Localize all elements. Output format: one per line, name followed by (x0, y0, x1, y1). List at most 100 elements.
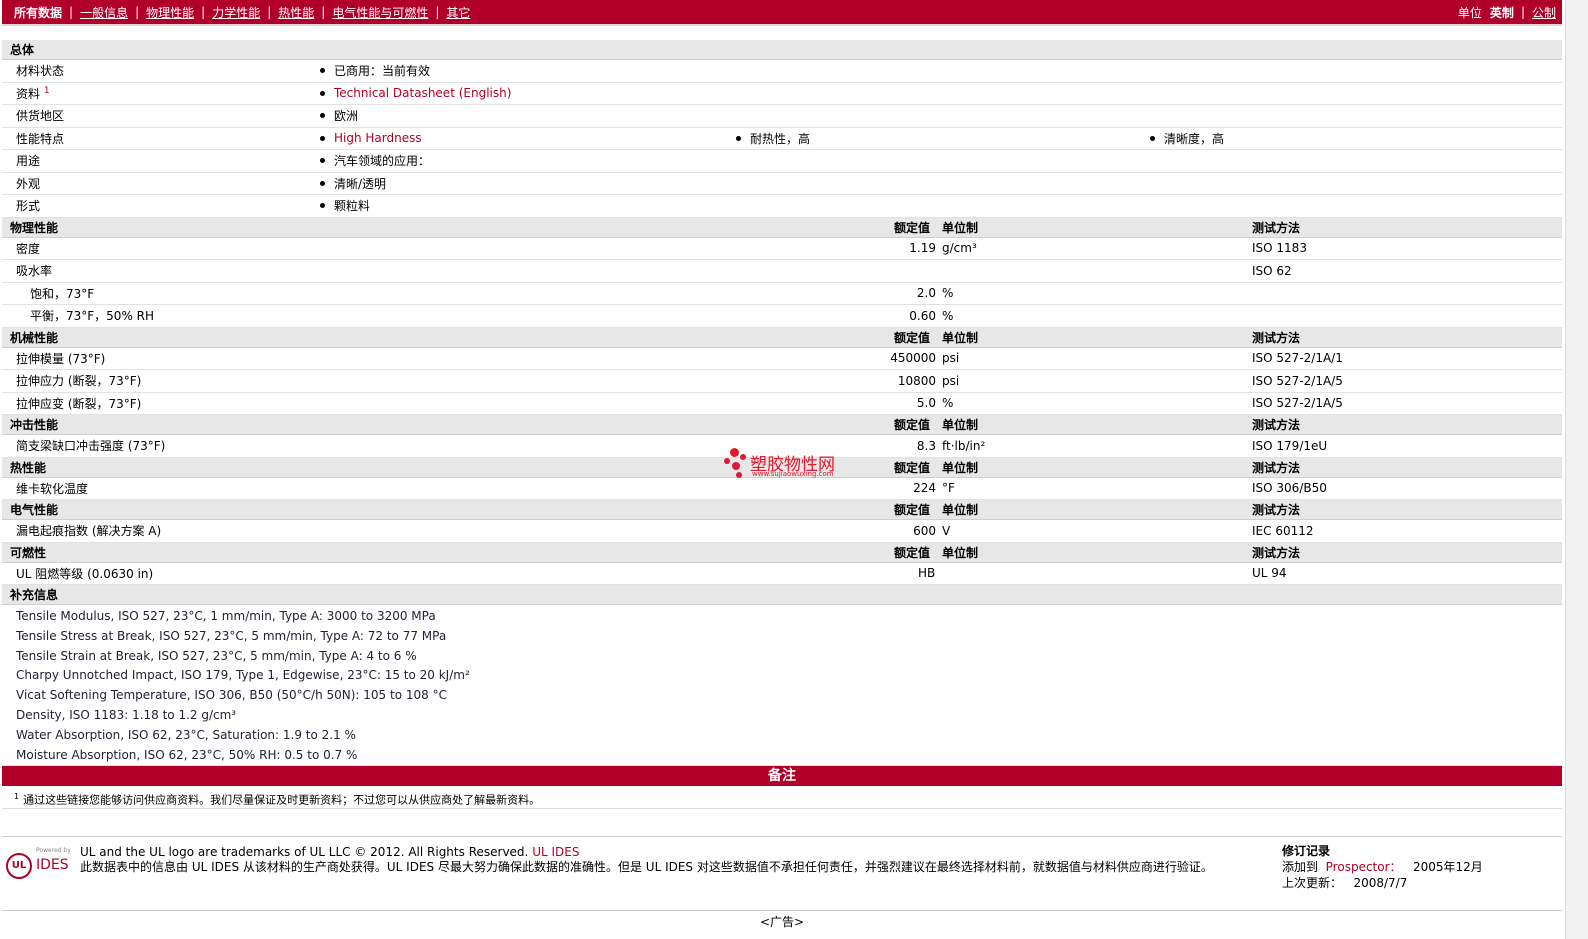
table-row: UL 阻燃等级 (0.0630 in) HB UL 94 (2, 563, 1562, 585)
row-value: 2.0 (916, 286, 936, 301)
row-value: 224 (913, 481, 936, 496)
row-unit: g/cm³ (942, 241, 977, 256)
table-row: 密度 1.19 g/cm³ ISO 1183 (2, 238, 1562, 260)
datasheet-link[interactable]: Technical Datasheet (English) (334, 86, 511, 100)
nav-separator: | (435, 5, 440, 19)
row-documents: 资料 1 Technical Datasheet (English) (2, 83, 1562, 105)
footnote: 1 通过这些链接您能够访问供应商资料。我们尽量保证及时更新资料；不过您可以从供应商… (2, 786, 1562, 810)
row-label: 形式 (16, 199, 41, 214)
nav-mechanical[interactable]: 力学性能 (212, 4, 260, 21)
footnote-marker[interactable]: 1 (44, 86, 50, 96)
section-title: 补充信息 (10, 588, 59, 602)
supplemental-line: Tensile Strain at Break, ISO 527, 23°C, … (16, 648, 417, 663)
col-header-unit: 单位制 (942, 460, 979, 475)
ul-ides-logo[interactable]: UL Powered by IDES (6, 847, 72, 879)
bullet-item: Technical Datasheet (English) (320, 86, 511, 100)
row-label: UL 阻燃等级 (0.0630 in) (16, 566, 154, 581)
col-header-unit: 单位制 (942, 503, 979, 517)
nav-separator: | (1520, 5, 1525, 19)
row-method: ISO 1183 (1252, 241, 1307, 256)
table-row: 拉伸应力 (断裂，73°F) 10800 psi ISO 527-2/1A/5 (2, 370, 1562, 393)
row-region: 供货地区 欧洲 (2, 105, 1562, 128)
vertical-scrollbar[interactable] (1565, 0, 1588, 939)
row-value: HB (918, 566, 936, 581)
row-value: 600 (913, 523, 936, 538)
bullet-item: 耐热性，高 (736, 130, 810, 147)
section-header-general: 总体 (2, 40, 1562, 60)
row-value: 10800 (897, 373, 936, 388)
supplemental-line: Charpy Unnotched Impact, ISO 179, Type 1… (16, 668, 470, 683)
bullet-item: High Hardness (320, 131, 422, 145)
row-unit: % (942, 286, 954, 301)
row-method: ISO 306/B50 (1252, 481, 1327, 496)
row-label: 性能特点 (16, 131, 65, 146)
supplemental-list: Tensile Modulus, ISO 527, 23°C, 1 mm/min… (2, 605, 1562, 767)
row-label: 平衡，73°F，50% RH (30, 309, 155, 324)
section-title: 物理性能 (10, 220, 59, 235)
row-material-status: 材料状态 已商用：当前有效 (2, 60, 1562, 83)
table-row: 饱和，73°F 2.0% (2, 283, 1562, 305)
section-header-physical: 物理性能 额定值 单位制 测试方法 (2, 217, 1562, 238)
ul-ides-link[interactable]: UL IDES (532, 845, 579, 859)
revision-history: 修订记录 添加到 Prospector： 2005年12月 上次更新： 2008… (1282, 844, 1483, 890)
nav-separator: | (267, 5, 272, 19)
bullet-icon (320, 113, 325, 119)
units-imperial: 英制 (1489, 5, 1514, 20)
row-method: ISO 527-2/1A/1 (1252, 351, 1343, 366)
nav-thermal[interactable]: 热性能 (278, 4, 314, 21)
col-header-method: 测试方法 (1252, 545, 1301, 560)
notes-header: 备注 (2, 766, 1562, 787)
units-metric-link[interactable]: 公制 (1532, 4, 1556, 21)
bullet-icon (320, 90, 325, 96)
row-form: 形式 颗粒料 (2, 195, 1562, 218)
nav-separator: | (201, 5, 206, 19)
supplemental-line: Tensile Modulus, ISO 527, 23°C, 1 mm/min… (16, 609, 436, 623)
row-appearance: 外观 清晰/透明 (2, 173, 1562, 195)
bullet-icon (320, 135, 325, 141)
nav-separator: | (321, 5, 326, 19)
col-header-rated: 额定值 (894, 460, 931, 475)
table-row: 吸水率 ISO 62 (2, 260, 1562, 283)
col-header-rated: 额定值 (894, 220, 931, 235)
row-uses: 用途 汽车领域的应用： (2, 150, 1562, 173)
row-method: UL 94 (1252, 566, 1287, 581)
row-unit: V (942, 523, 951, 538)
nav-general-info[interactable]: 一般信息 (80, 4, 128, 21)
nav-separator: | (135, 5, 140, 19)
row-features: 性能特点 High Hardness 耐热性，高 清晰度，高 (2, 128, 1562, 150)
section-header-mechanical: 机械性能 额定值 单位制 测试方法 (2, 327, 1562, 348)
row-label: 简支梁缺口冲击强度 (73°F) (16, 439, 166, 454)
table-row: 拉伸应变 (断裂，73°F) 5.0% ISO 527-2/1A/5 (2, 393, 1562, 415)
nav-all-data[interactable]: 所有数据 (14, 4, 62, 21)
bullet-item: 清晰/透明 (320, 175, 386, 192)
ul-logo-icon: UL (6, 853, 32, 879)
footnote-text: 通过这些链接您能够访问供应商资料。我们尽量保证及时更新资料；不过您可以从供应商处… (23, 794, 541, 808)
bullet-icon (1150, 135, 1155, 141)
nav-separator: | (69, 5, 74, 19)
col-header-rated: 额定值 (894, 545, 931, 560)
col-header-unit: 单位制 (942, 220, 979, 235)
row-value: 450000 (890, 351, 936, 366)
col-header-unit: 单位制 (942, 330, 979, 345)
nav-electrical-flammability[interactable]: 电气性能与可燃性 (332, 4, 428, 21)
nav-physical[interactable]: 物理性能 (146, 4, 194, 21)
feature-link[interactable]: High Hardness (334, 131, 422, 145)
section-title: 热性能 (10, 460, 47, 475)
row-method: ISO 527-2/1A/5 (1252, 396, 1343, 411)
supplemental-line: Moisture Absorption, ISO 62, 23°C, 50% R… (16, 747, 358, 762)
section-header-supplemental: 补充信息 (2, 585, 1562, 605)
bullet-item: 汽车领域的应用： (320, 152, 430, 169)
bullet-icon (320, 158, 325, 164)
col-header-method: 测试方法 (1252, 460, 1301, 475)
section-title: 总体 (10, 43, 35, 57)
col-header-unit: 单位制 (942, 418, 979, 432)
row-label: 漏电起痕指数 (解决方案 A) (16, 524, 162, 539)
row-unit: psi (942, 373, 960, 388)
col-header-rated: 额定值 (894, 418, 931, 432)
row-label: 材料状态 (16, 64, 65, 79)
col-header-rated: 额定值 (894, 503, 931, 517)
nav-other[interactable]: 其它 (446, 4, 470, 21)
col-header-unit: 单位制 (942, 545, 979, 560)
bullet-icon (320, 68, 325, 74)
section-title: 可燃性 (10, 545, 47, 560)
